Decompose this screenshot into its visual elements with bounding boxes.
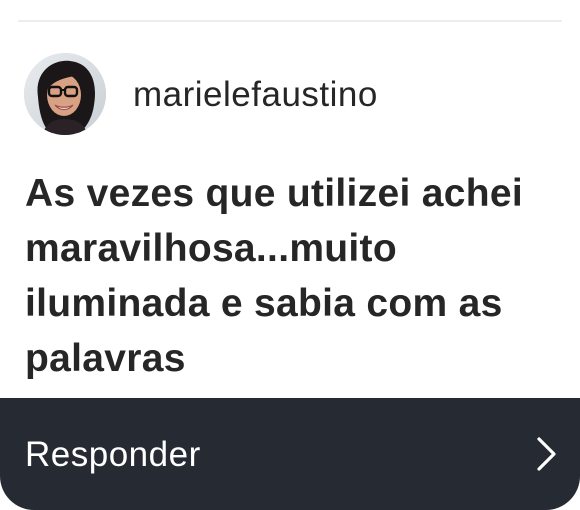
message-text: As vezes que utilizei achei maravilhosa.… <box>25 172 523 380</box>
avatar[interactable] <box>24 53 106 135</box>
message-card: marielefaustino As vezes que utilizei ac… <box>0 0 580 510</box>
reply-label: Responder <box>25 434 201 474</box>
reply-button[interactable]: Responder <box>0 398 580 510</box>
card-top-divider <box>18 20 562 22</box>
profile-photo <box>24 53 106 135</box>
chevron-right-icon <box>537 437 556 471</box>
sender-header: marielefaustino <box>24 52 378 136</box>
sender-username[interactable]: marielefaustino <box>133 77 378 112</box>
